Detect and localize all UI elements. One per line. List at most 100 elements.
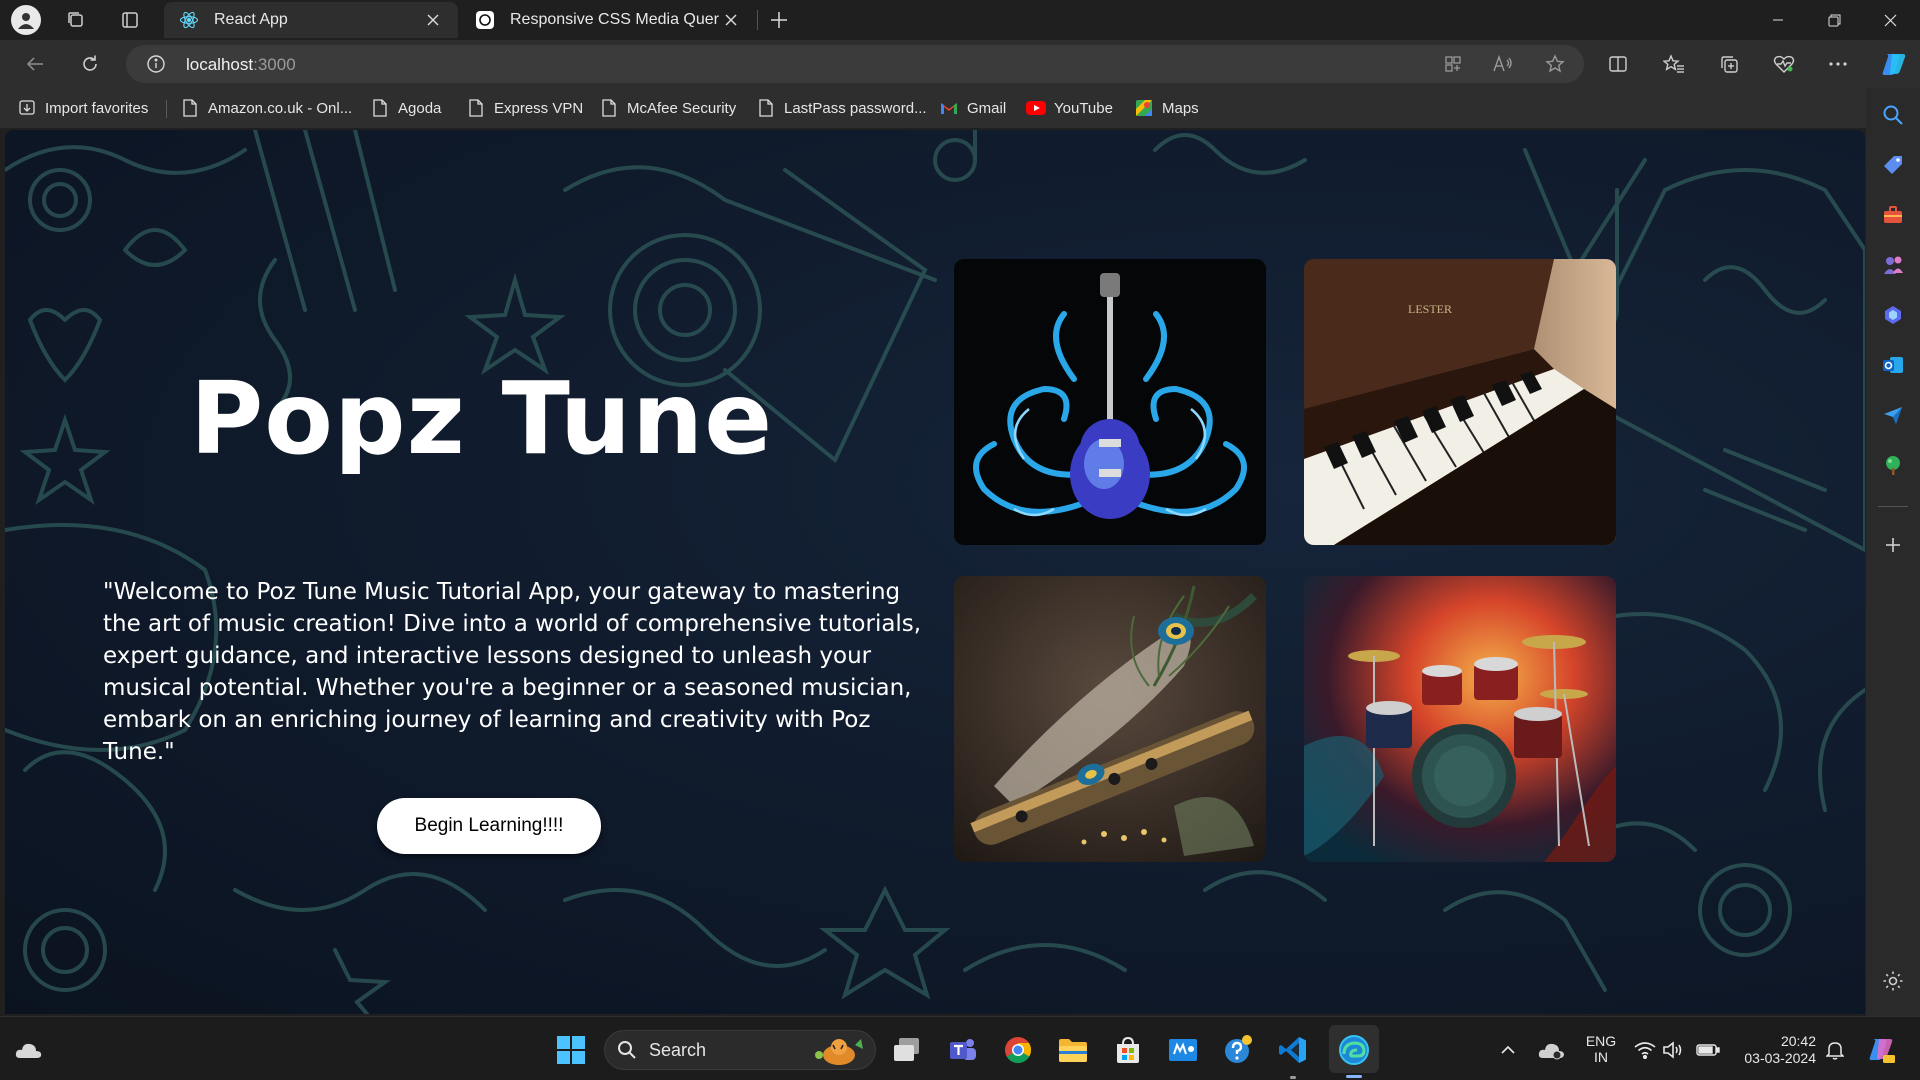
favorite-label: Agoda — [398, 99, 442, 117]
edge-taskbar-icon[interactable] — [1335, 1031, 1373, 1069]
favorite-label: Import favorites — [45, 99, 149, 117]
favorite-youtube[interactable]: YouTube — [1026, 96, 1113, 120]
favorite-label: LastPass password... — [784, 99, 927, 117]
favorite-agoda[interactable]: Agoda — [370, 96, 441, 120]
favorite-label: Gmail — [967, 99, 1007, 117]
new-tab-button[interactable] — [762, 4, 796, 36]
favorite-label: Express VPN — [494, 99, 584, 117]
drums-image — [1304, 576, 1616, 862]
maps-icon — [1134, 98, 1154, 118]
sidebar-add-icon[interactable] — [1878, 530, 1908, 560]
address-bar[interactable]: localhost:3000 — [126, 45, 1584, 83]
teams-icon[interactable] — [944, 1031, 982, 1069]
notifications-bell-icon[interactable] — [1822, 1031, 1848, 1069]
show-hidden-icons-chevron[interactable] — [1493, 1031, 1523, 1069]
sidebar-outlook-icon[interactable] — [1878, 350, 1908, 380]
taskbar-search-box[interactable]: Search — [604, 1030, 876, 1070]
get-help-icon[interactable] — [1219, 1031, 1257, 1069]
favorite-mcafee[interactable]: McAfee Security — [599, 96, 736, 120]
sidebar-search-icon[interactable] — [1878, 100, 1908, 130]
favorites-separator — [166, 100, 167, 118]
tab-react-app[interactable]: React App — [164, 2, 458, 38]
file-explorer-icon[interactable] — [1054, 1031, 1092, 1069]
back-button[interactable] — [17, 46, 53, 82]
sidebar-tools-icon[interactable] — [1878, 200, 1908, 230]
url-host: localhost — [186, 55, 254, 74]
browser-essentials-icon[interactable] — [1766, 46, 1802, 82]
weather-icon[interactable] — [10, 1031, 48, 1069]
edge-running-indicator — [1346, 1075, 1362, 1078]
sidebar-games-icon[interactable] — [1878, 250, 1908, 280]
minimize-button[interactable] — [1750, 0, 1806, 40]
favorite-lastpass[interactable]: LastPass password... — [756, 96, 927, 120]
more-options-icon[interactable] — [1820, 46, 1856, 82]
piano-brand-text: LESTER — [1408, 302, 1452, 316]
sidebar-shopping-tag-icon[interactable] — [1878, 150, 1908, 180]
vscode-running-indicator — [1290, 1076, 1296, 1079]
search-highlight-tiger-icon — [815, 1039, 863, 1065]
youtube-icon — [1026, 98, 1046, 118]
sidebar-tree-icon[interactable] — [1878, 450, 1908, 480]
profile-button[interactable] — [8, 4, 44, 36]
close-tab-icon[interactable] — [720, 9, 742, 31]
add-favorite-star-icon[interactable] — [1540, 50, 1570, 78]
piano-image: LESTER — [1304, 259, 1616, 545]
copilot-icon[interactable] — [1876, 46, 1912, 82]
volume-icon[interactable] — [1660, 1031, 1686, 1069]
favorite-label: McAfee Security — [627, 99, 737, 117]
favorite-amazon[interactable]: Amazon.co.uk - Onl... — [180, 96, 352, 120]
windows-taskbar: Search ENG IN 20:42 03-03-2024 — [0, 1016, 1920, 1080]
sidebar-copilot-360-icon[interactable] — [1878, 300, 1908, 330]
react-icon — [178, 9, 200, 31]
favorites-icon[interactable] — [1656, 46, 1692, 82]
gmail-icon — [939, 98, 959, 118]
site-info-icon[interactable] — [144, 52, 168, 76]
close-tab-icon[interactable] — [422, 9, 444, 31]
tab-title: React App — [214, 11, 288, 28]
page-icon — [599, 98, 619, 118]
page-icon — [180, 98, 200, 118]
mcafee-mylp-icon[interactable] — [1164, 1031, 1202, 1069]
onedrive-cloud-icon[interactable] — [1534, 1031, 1568, 1069]
edge-sidebar — [1866, 88, 1920, 1016]
favorite-maps[interactable]: Maps — [1134, 96, 1199, 120]
url-text[interactable]: localhost:3000 — [186, 55, 296, 75]
favorite-import[interactable]: Import favorites — [17, 96, 148, 120]
sidebar-send-icon[interactable] — [1878, 400, 1908, 430]
clock[interactable]: 20:42 03-03-2024 — [1722, 1033, 1816, 1067]
sidebar-settings-icon[interactable] — [1878, 966, 1908, 996]
language-indicator[interactable]: ENG IN — [1584, 1033, 1618, 1065]
app-available-icon[interactable] — [1438, 50, 1468, 78]
split-screen-icon[interactable] — [1600, 46, 1636, 82]
favorite-express-vpn[interactable]: Express VPN — [466, 96, 583, 120]
favorite-gmail[interactable]: Gmail — [939, 96, 1006, 120]
sidebar-separator — [1878, 506, 1908, 507]
copilot-preview-icon[interactable] — [1862, 1031, 1900, 1069]
read-aloud-icon[interactable] — [1488, 50, 1518, 78]
clock-date: 03-03-2024 — [1744, 1050, 1816, 1066]
collections-icon[interactable] — [1711, 46, 1747, 82]
page-icon — [756, 98, 776, 118]
flute-image — [954, 576, 1266, 862]
battery-icon[interactable] — [1694, 1031, 1722, 1069]
close-window-button[interactable] — [1862, 0, 1918, 40]
begin-learning-button[interactable]: Begin Learning!!!! — [377, 798, 601, 854]
chatgpt-icon — [474, 9, 496, 31]
tab-actions-icon[interactable] — [112, 4, 148, 36]
tab-css-media-queries[interactable]: Responsive CSS Media Queries. — [460, 2, 756, 38]
microsoft-store-icon[interactable] — [1109, 1031, 1147, 1069]
task-view-icon[interactable] — [888, 1031, 926, 1069]
reload-button[interactable] — [72, 46, 108, 82]
import-favorites-icon — [17, 98, 37, 118]
tab-title: Responsive CSS Media Queries. — [510, 11, 720, 28]
url-port: :3000 — [253, 55, 296, 74]
favorites-bar: Import favorites Amazon.co.uk - Onl... A… — [0, 88, 1920, 128]
restore-button[interactable] — [1806, 0, 1862, 40]
wifi-icon[interactable] — [1632, 1031, 1658, 1069]
vscode-icon[interactable] — [1274, 1031, 1312, 1069]
page-viewport: Popz Tune "Welcome to Poz Tune Music Tut… — [5, 130, 1865, 1014]
workspaces-icon[interactable] — [58, 4, 94, 36]
windows-start-icon[interactable] — [552, 1031, 590, 1069]
language-line-2: IN — [1594, 1049, 1608, 1065]
chrome-icon[interactable] — [999, 1031, 1037, 1069]
